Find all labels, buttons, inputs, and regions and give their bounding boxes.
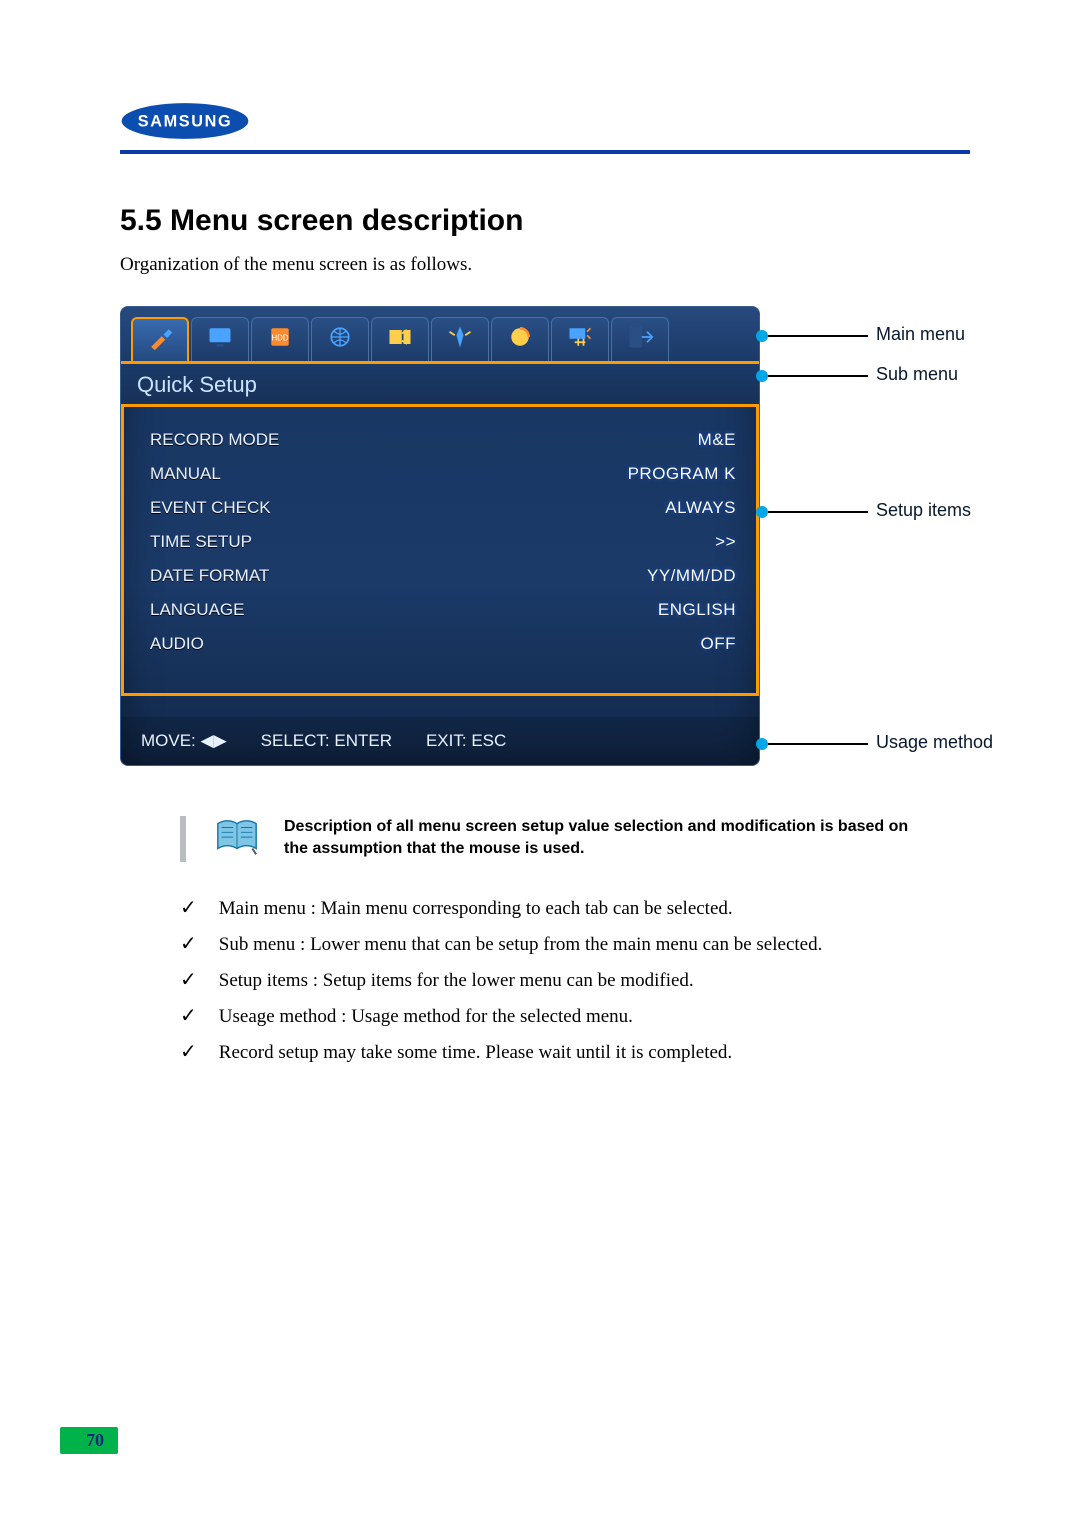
osd-tab-exit[interactable] bbox=[611, 317, 669, 361]
setup-item-label: MANUAL bbox=[150, 464, 221, 484]
page-number: 70 bbox=[60, 1427, 118, 1454]
callout-main-menu: Main menu bbox=[876, 324, 965, 345]
checklist-item: ✓ Setup items : Setup items for the lower… bbox=[180, 970, 970, 992]
checklist-text: Record setup may take some time. Please … bbox=[219, 1042, 732, 1064]
event-icon bbox=[445, 323, 475, 356]
callout-dot bbox=[756, 330, 768, 342]
setup-item-value: ALWAYS bbox=[665, 498, 736, 518]
callout-dot bbox=[756, 370, 768, 382]
intro-text: Organization of the menu screen is as fo… bbox=[120, 254, 970, 276]
book-icon bbox=[214, 816, 260, 862]
note-text: Description of all menu screen setup val… bbox=[284, 816, 924, 861]
osd-main-menu-tabs: HDD bbox=[121, 307, 759, 364]
record-icon bbox=[385, 323, 415, 356]
setup-item-value: PROGRAM K bbox=[628, 464, 736, 484]
checklist-item: ✓ Sub menu : Lower menu that can be setup… bbox=[180, 934, 970, 956]
note-sidebar bbox=[180, 816, 186, 862]
setup-item-label: AUDIO bbox=[150, 634, 204, 654]
samsung-logo: SAMSUNG bbox=[120, 100, 250, 142]
setup-item-row[interactable]: DATE FORMAT YY/MM/DD bbox=[150, 561, 736, 591]
setup-item-row[interactable]: EVENT CHECK ALWAYS bbox=[150, 493, 736, 523]
checklist-item: ✓ Main menu : Main menu corresponding to … bbox=[180, 898, 970, 920]
osd-tab-hdd[interactable]: HDD bbox=[251, 317, 309, 361]
setup-item-label: TIME SETUP bbox=[150, 532, 252, 552]
setup-item-value: >> bbox=[715, 532, 736, 552]
hdd-icon: HDD bbox=[265, 323, 295, 356]
check-icon: ✓ bbox=[180, 934, 197, 956]
osd-tab-network[interactable] bbox=[311, 317, 369, 361]
network-icon bbox=[325, 323, 355, 356]
quick-setup-icon bbox=[145, 324, 175, 357]
callout-dot bbox=[756, 506, 768, 518]
setup-item-label: LANGUAGE bbox=[150, 600, 244, 620]
osd-tab-system[interactable] bbox=[551, 317, 609, 361]
usage-exit: EXIT: ESC bbox=[426, 731, 506, 751]
setup-item-value: ENGLISH bbox=[658, 600, 736, 620]
menu-figure: HDD Quick Setup RECORD MODE M&E MANUAL PROG… bbox=[120, 306, 960, 776]
note-block: Description of all menu screen setup val… bbox=[180, 816, 970, 862]
osd-tab-event[interactable] bbox=[431, 317, 489, 361]
callout-line bbox=[768, 375, 868, 377]
setup-item-value: M&E bbox=[698, 430, 736, 450]
check-icon: ✓ bbox=[180, 1042, 197, 1064]
osd-tab-backup[interactable] bbox=[491, 317, 549, 361]
check-icon: ✓ bbox=[180, 970, 197, 992]
usage-select: SELECT: ENTER bbox=[261, 731, 392, 751]
checklist: ✓ Main menu : Main menu corresponding to … bbox=[180, 898, 970, 1064]
setup-item-label: DATE FORMAT bbox=[150, 566, 269, 586]
checklist-text: Useage method : Usage method for the sel… bbox=[219, 1006, 633, 1028]
osd-setup-items: RECORD MODE M&E MANUAL PROGRAM K EVENT CHECK… bbox=[121, 407, 759, 696]
section-heading: 5.5 Menu screen description bbox=[120, 204, 970, 238]
osd-usage-bar: MOVE: ◀▶ SELECT: ENTER EXIT: ESC bbox=[121, 717, 759, 765]
checklist-item: ✓ Useage method : Usage method for the se… bbox=[180, 1006, 970, 1028]
osd-tab-record[interactable] bbox=[371, 317, 429, 361]
osd-tab-quick-setup[interactable] bbox=[131, 317, 189, 361]
checklist-text: Setup items : Setup items for the lower … bbox=[219, 970, 694, 992]
checklist-text: Main menu : Main menu corresponding to e… bbox=[219, 898, 733, 920]
setup-item-row[interactable]: TIME SETUP >> bbox=[150, 527, 736, 557]
exit-icon bbox=[625, 323, 655, 356]
setup-item-value: YY/MM/DD bbox=[647, 566, 736, 586]
osd-window: HDD Quick Setup RECORD MODE M&E MANUAL PROG… bbox=[120, 306, 760, 766]
osd-sub-menu-title: Quick Setup bbox=[121, 364, 759, 407]
setup-item-label: RECORD MODE bbox=[150, 430, 279, 450]
setup-item-row[interactable]: MANUAL PROGRAM K bbox=[150, 459, 736, 489]
setup-item-row[interactable]: LANGUAGE ENGLISH bbox=[150, 595, 736, 625]
svg-text:HDD: HDD bbox=[271, 334, 288, 343]
check-icon: ✓ bbox=[180, 1006, 197, 1028]
check-icon: ✓ bbox=[180, 898, 197, 920]
callout-dot bbox=[756, 738, 768, 750]
callout-sub-menu: Sub menu bbox=[876, 364, 958, 385]
callout-line bbox=[768, 511, 868, 513]
callout-usage-method: Usage method bbox=[876, 732, 993, 753]
setup-item-row[interactable]: AUDIO OFF bbox=[150, 629, 736, 659]
backup-icon bbox=[505, 323, 535, 356]
checklist-text: Sub menu : Lower menu that can be setup … bbox=[219, 934, 823, 956]
osd-tab-display[interactable] bbox=[191, 317, 249, 361]
samsung-logo-text: SAMSUNG bbox=[138, 113, 232, 131]
usage-move: MOVE: ◀▶ bbox=[141, 731, 227, 751]
header-divider bbox=[120, 150, 970, 154]
callout-setup-items: Setup items bbox=[876, 500, 971, 521]
setup-item-value: OFF bbox=[701, 634, 737, 654]
checklist-item: ✓ Record setup may take some time. Please… bbox=[180, 1042, 970, 1064]
callout-line bbox=[768, 335, 868, 337]
display-icon bbox=[205, 323, 235, 356]
setup-item-label: EVENT CHECK bbox=[150, 498, 271, 518]
callout-line bbox=[768, 743, 868, 745]
system-icon bbox=[565, 323, 595, 356]
setup-item-row[interactable]: RECORD MODE M&E bbox=[150, 425, 736, 455]
